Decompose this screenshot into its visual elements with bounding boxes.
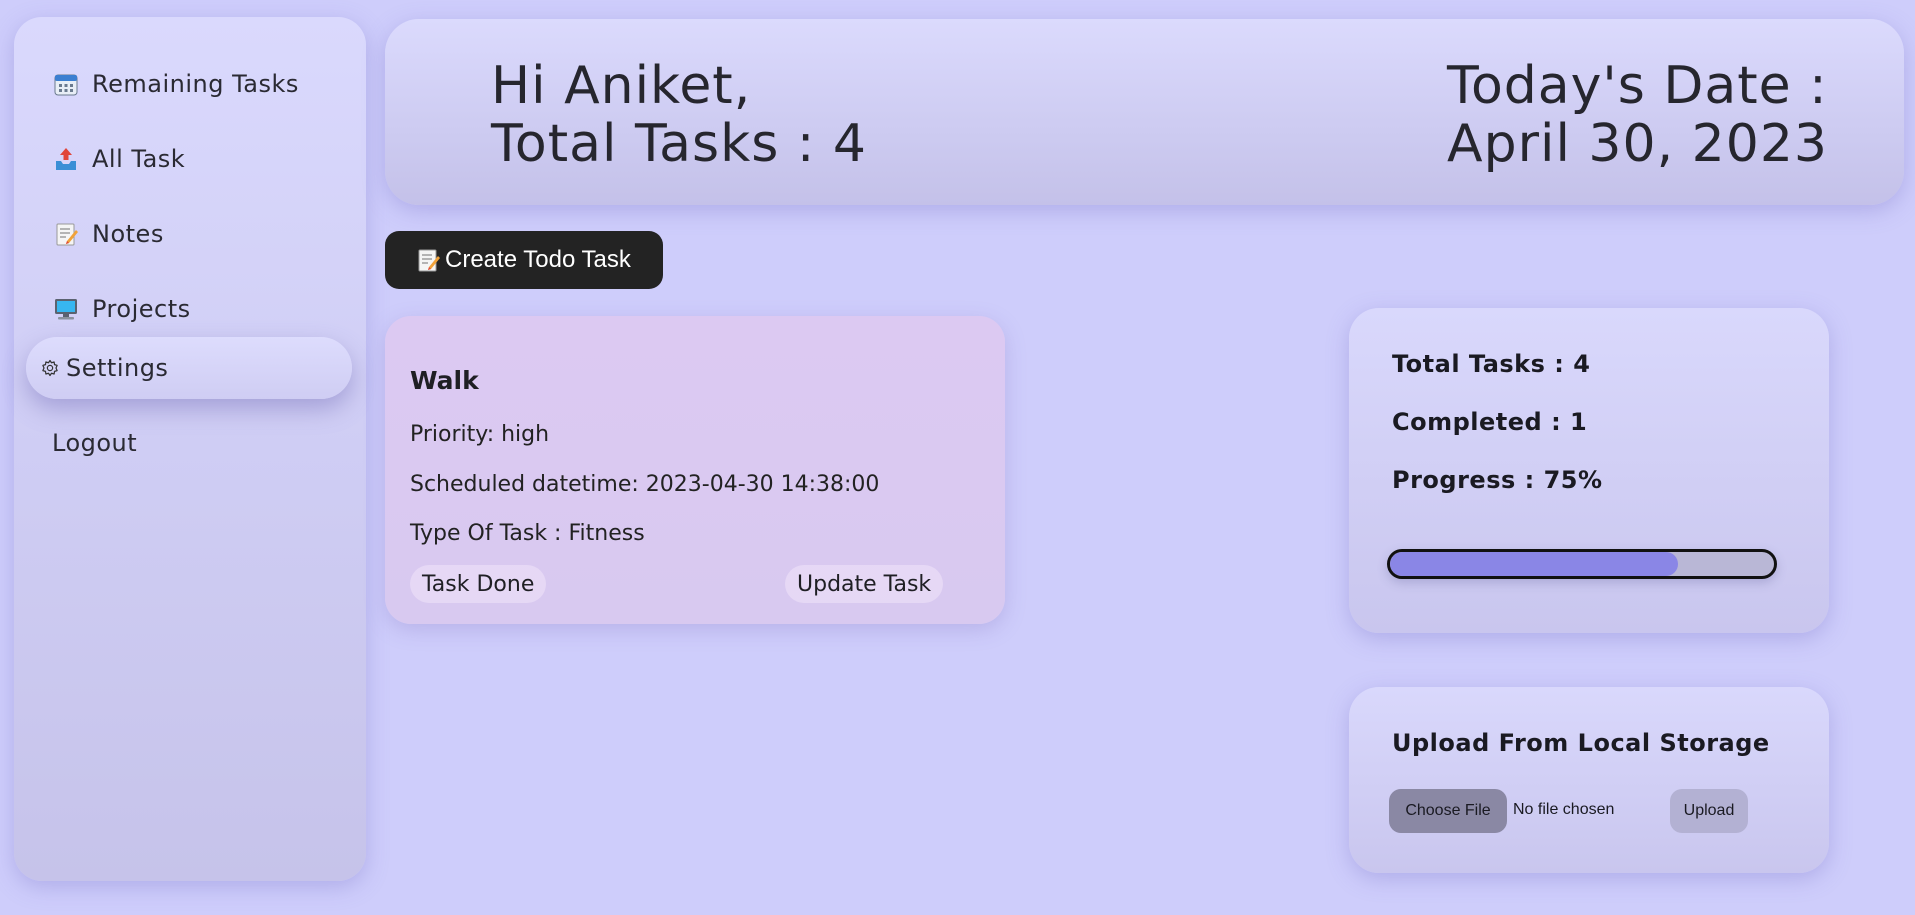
calendar-icon bbox=[52, 70, 80, 98]
gear-icon bbox=[40, 358, 60, 378]
stat-completed: Completed : 1 bbox=[1392, 408, 1588, 436]
computer-icon bbox=[52, 295, 80, 323]
greeting-block: Hi Aniket, Total Tasks : 4 bbox=[491, 57, 867, 173]
create-todo-task-label: Create Todo Task bbox=[445, 246, 631, 273]
sidebar-item-label: Notes bbox=[92, 220, 164, 248]
sidebar-item-remaining-tasks[interactable]: Remaining Tasks bbox=[26, 53, 352, 115]
file-status-text: No file chosen bbox=[1513, 801, 1615, 818]
header-total-tasks: Total Tasks : 4 bbox=[491, 114, 867, 174]
sidebar-item-notes[interactable]: Notes bbox=[26, 203, 352, 265]
sidebar-item-label: Logout bbox=[52, 429, 138, 457]
create-todo-task-button[interactable]: Create Todo Task bbox=[385, 231, 663, 289]
sidebar-item-settings[interactable]: Settings bbox=[26, 337, 352, 399]
sidebar-item-label: Projects bbox=[92, 295, 191, 323]
stats-card: Total Tasks : 4 Completed : 1 Progress :… bbox=[1349, 308, 1829, 633]
upload-title: Upload From Local Storage bbox=[1392, 729, 1770, 757]
sidebar-item-label: Settings bbox=[66, 354, 169, 382]
choose-file-button[interactable]: Choose File bbox=[1389, 789, 1507, 833]
upload-card: Upload From Local Storage Choose File No… bbox=[1349, 687, 1829, 873]
sidebar-item-projects[interactable]: Projects bbox=[26, 278, 352, 340]
progress-bar bbox=[1387, 549, 1777, 579]
greeting-text: Hi Aniket, bbox=[491, 56, 752, 116]
header-banner: Hi Aniket, Total Tasks : 4 Today's Date … bbox=[385, 19, 1904, 205]
update-task-button[interactable]: Update Task bbox=[785, 565, 944, 603]
stat-total-tasks: Total Tasks : 4 bbox=[1392, 350, 1591, 378]
sidebar-item-label: Remaining Tasks bbox=[92, 70, 299, 98]
upload-button[interactable]: Upload bbox=[1670, 789, 1748, 833]
task-done-button[interactable]: Task Done bbox=[410, 565, 547, 603]
sidebar: Remaining Tasks All Task Notes Projects … bbox=[14, 17, 366, 881]
date-block: Today's Date : April 30, 2023 bbox=[1447, 57, 1828, 173]
sidebar-item-all-task[interactable]: All Task bbox=[26, 128, 352, 190]
task-card: Walk Priority: high Scheduled datetime: … bbox=[385, 316, 1005, 624]
task-type: Type Of Task : Fitness bbox=[410, 521, 645, 546]
date-label: Today's Date : bbox=[1447, 56, 1828, 116]
task-title: Walk bbox=[410, 366, 479, 395]
memo-icon bbox=[52, 220, 80, 248]
task-priority: Priority: high bbox=[410, 422, 550, 447]
stat-progress: Progress : 75% bbox=[1392, 466, 1603, 494]
sidebar-item-logout[interactable]: Logout bbox=[26, 412, 352, 474]
inbox-tray-icon bbox=[52, 145, 80, 173]
sidebar-item-label: All Task bbox=[92, 145, 186, 173]
task-scheduled-datetime: Scheduled datetime: 2023-04-30 14:38:00 bbox=[410, 472, 880, 497]
date-value: April 30, 2023 bbox=[1447, 114, 1828, 174]
progress-bar-fill bbox=[1390, 552, 1678, 576]
memo-icon bbox=[415, 247, 441, 273]
